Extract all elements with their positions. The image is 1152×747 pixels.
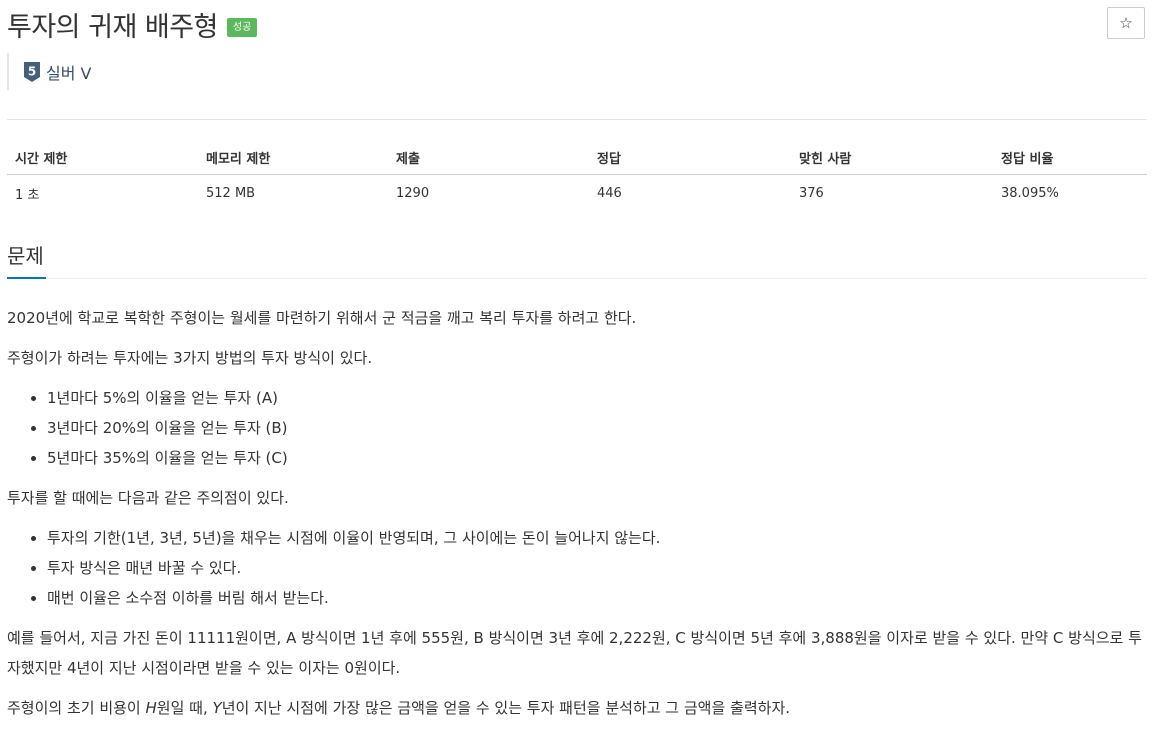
tier-number: 5	[28, 64, 36, 78]
list-item: 투자의 기한(1년, 3년, 5년)을 채우는 시점에 이율이 반영되며, 그 …	[47, 523, 660, 553]
statement-paragraph: 투자를 할 때에는 다음과 같은 주의점이 있다.	[7, 489, 289, 507]
list-item: 매번 이율은 소수점 이하를 버림 해서 받는다.	[47, 583, 660, 613]
value-ratio: 38.095%	[1001, 185, 1059, 201]
header-memory-limit: 메모리 제한	[198, 140, 388, 175]
problem-section-header: 문제	[7, 238, 1147, 279]
value-time-limit: 1 초	[15, 187, 40, 203]
value-memory-limit: 512 MB	[206, 185, 256, 201]
tier-icon: 5	[24, 61, 40, 82]
text-fragment: 원일 때,	[156, 699, 213, 717]
list-item: 투자 방식은 매년 바꿀 수 있다.	[47, 553, 660, 583]
value-submissions: 1290	[396, 185, 430, 201]
header-time-limit: 시간 제한	[7, 140, 198, 175]
cautions-list: 투자의 기한(1년, 3년, 5년)을 채우는 시점에 이율이 반영되며, 그 …	[7, 523, 660, 613]
text-fragment: 주형이의 초기 비용이	[7, 699, 146, 717]
problem-info-table: 시간 제한 메모리 제한 제출 정답 맞힌 사람 정답 비율 1 초 512 M…	[7, 140, 1147, 211]
statement-paragraph: 2020년에 학교로 복학한 주형이는 월세를 마련하기 위해서 군 적금을 깨…	[7, 309, 637, 327]
value-solvers: 376	[799, 185, 824, 201]
value-accepted: 446	[597, 185, 622, 201]
list-item: 1년마다 5%의 이율을 얻는 투자 (A)	[47, 383, 288, 413]
header-submissions: 제출	[388, 140, 589, 175]
section-title: 문제	[7, 238, 46, 279]
statement-paragraph: 주형이가 하려는 투자에는 3가지 방법의 투자 방식이 있다.	[7, 349, 373, 367]
divider	[7, 119, 1147, 120]
info-value-row: 1 초 512 MB 1290 446 376 38.095%	[7, 175, 1147, 212]
text-fragment: 년이 지난 시점에 가장 많은 금액을 얻을 수 있는 투자 패턴을 분석하고 …	[221, 699, 791, 717]
result-badge[interactable]: 성공	[226, 17, 258, 37]
list-item: 5년마다 35%의 이율을 얻는 투자 (C)	[47, 443, 288, 473]
page-title: 투자의 귀재 배주형	[7, 11, 218, 43]
tier-box: 5 실버 V	[7, 53, 91, 90]
variable-h: H	[145, 699, 157, 717]
tier-label[interactable]: 실버 V	[46, 60, 91, 84]
info-header-row: 시간 제한 메모리 제한 제출 정답 맞힌 사람 정답 비율	[7, 140, 1147, 175]
statement-paragraph: 주형이의 초기 비용이 H원일 때, Y년이 지난 시점에 가장 많은 금액을 …	[7, 693, 790, 723]
header-solvers: 맞힌 사람	[791, 140, 993, 175]
header-ratio: 정답 비율	[993, 140, 1147, 175]
problem-title-row: 투자의 귀재 배주형 성공	[7, 4, 258, 44]
investment-methods-list: 1년마다 5%의 이율을 얻는 투자 (A) 3년마다 20%의 이율을 얻는 …	[7, 383, 288, 473]
variable-y: Y	[212, 699, 222, 717]
header-accepted: 정답	[589, 140, 791, 175]
list-item: 3년마다 20%의 이율을 얻는 투자 (B)	[47, 413, 288, 443]
statement-paragraph: 예를 들어서, 지금 가진 돈이 11111원이면, A 방식이면 1년 후에 …	[7, 629, 1142, 677]
star-button[interactable]: ☆	[1107, 7, 1145, 39]
star-icon: ☆	[1119, 14, 1133, 32]
